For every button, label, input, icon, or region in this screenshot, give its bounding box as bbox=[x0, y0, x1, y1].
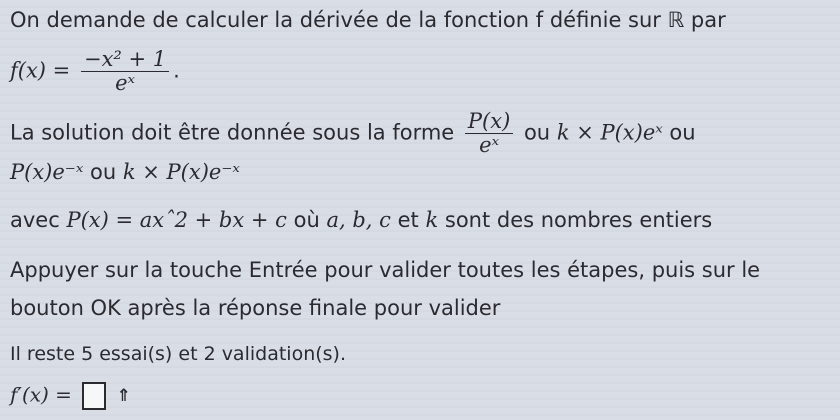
function-denominator: eˣ bbox=[115, 71, 135, 96]
constraint-prefix: avec bbox=[10, 208, 60, 232]
constraint-line: avec P(x) = axˆ2 + bx + c où a, b, c et … bbox=[10, 208, 712, 232]
form-prefix: La solution doit être donnée sous la for… bbox=[10, 120, 455, 145]
constraint-suffix: sont des nombres entiers bbox=[444, 208, 713, 232]
or-word: ou bbox=[90, 160, 117, 184]
form-k-p-exp-neg: k × P(x)e⁻ˣ bbox=[122, 160, 240, 184]
or-word: ou bbox=[523, 120, 551, 145]
form-fraction: P(x) eˣ bbox=[464, 109, 514, 158]
answer-row: f′(x) = ⇑ bbox=[10, 382, 131, 410]
or-word: ou bbox=[669, 120, 696, 145]
attempts-status: Il reste 5 essai(s) et 2 validation(s). bbox=[10, 343, 346, 365]
form-fraction-denominator: eˣ bbox=[479, 133, 500, 158]
constraint-k: k bbox=[425, 208, 439, 232]
instruction-line-2: bouton OK après la réponse finale pour v… bbox=[10, 296, 501, 320]
instruction-line-1: Appuyer sur la touche Entrée pour valide… bbox=[10, 258, 761, 282]
function-numerator: −x² + 1 bbox=[80, 47, 170, 73]
submit-arrow-icon[interactable]: ⇑ bbox=[117, 386, 131, 406]
answer-input[interactable] bbox=[82, 382, 107, 410]
constraint-variables: a, b, c bbox=[326, 208, 391, 232]
form-k-p-exp: k × P(x)eˣ bbox=[556, 120, 663, 145]
function-definition: f(x) = −x² + 1 eˣ . bbox=[10, 47, 180, 96]
function-fraction: −x² + 1 eˣ bbox=[80, 47, 170, 96]
constraint-where: où bbox=[293, 208, 320, 232]
solution-form-line-1: La solution doit être donnée sous la for… bbox=[10, 109, 696, 158]
form-p-exp-neg: P(x)e⁻ˣ bbox=[10, 160, 84, 184]
polynomial-definition: P(x) = axˆ2 + bx + c bbox=[66, 208, 287, 232]
solution-form-line-2: P(x)e⁻ˣ ou k × P(x)e⁻ˣ bbox=[10, 160, 240, 184]
form-fraction-numerator: P(x) bbox=[464, 109, 514, 135]
function-lhs: f(x) = bbox=[10, 58, 71, 83]
intro-text: On demande de calculer la dérivée de la … bbox=[10, 8, 726, 32]
answer-label: f′(x) = bbox=[10, 382, 72, 407]
function-period: . bbox=[173, 58, 180, 83]
constraint-and: et bbox=[397, 208, 419, 232]
